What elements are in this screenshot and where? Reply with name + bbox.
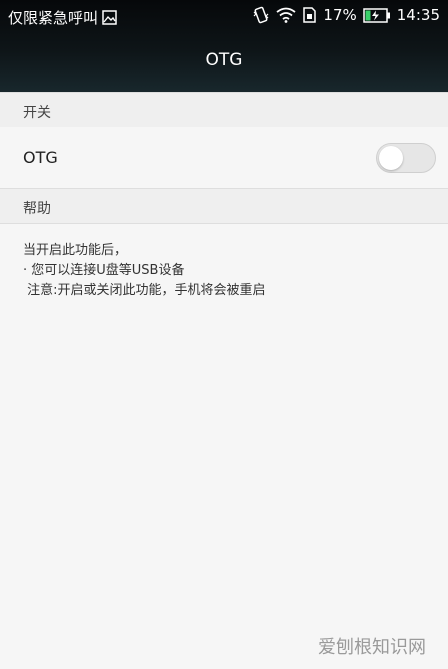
header-bar: 仅限紧急呼叫 17% 14:35 OTG [0,0,448,92]
status-icons: 17% 14:35 [252,6,440,24]
help-text: 当开启此功能后， · 您可以连接U盘等USB设备 注意:开启或关闭此功能，手机将… [23,241,423,301]
watermark: 爱刨根知识网 [318,637,426,658]
help-line-3: 注意:开启或关闭此功能，手机将会被重启 [23,283,266,298]
clock: 14:35 [396,6,440,24]
otg-setting-row[interactable]: OTG [0,127,448,188]
section-header-help: 帮助 [0,188,448,224]
otg-toggle-switch[interactable] [376,143,436,173]
status-bar: 仅限紧急呼叫 17% 14:35 [0,0,448,34]
carrier-info: 仅限紧急呼叫 [8,7,117,28]
section-header-help-label: 帮助 [23,201,51,217]
page-title: OTG [205,50,243,70]
battery-charging-icon [363,7,390,23]
section-header-switch: 开关 [0,92,448,128]
vibrate-icon [253,6,269,24]
image-icon [102,10,117,25]
battery-percent: 17% [323,6,357,24]
wifi-icon [276,7,296,23]
help-line-1: 当开启此功能后， [23,243,128,258]
sim-icon [303,7,317,23]
otg-label: OTG [23,148,58,167]
section-header-switch-label: 开关 [23,105,51,121]
carrier-text: 仅限紧急呼叫 [8,9,99,27]
toggle-knob [379,146,403,170]
help-line-2: · 您可以连接U盘等USB设备 [23,263,185,278]
